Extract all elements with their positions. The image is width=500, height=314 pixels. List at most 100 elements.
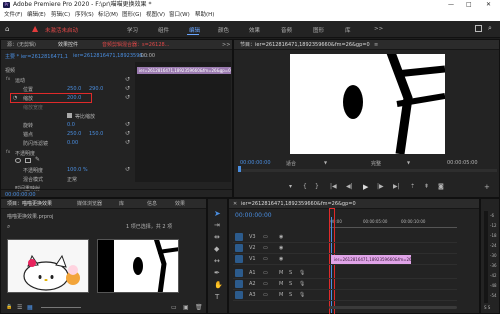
lift-icon[interactable]: ⇡ xyxy=(410,183,415,190)
meter-solo-buttons[interactable]: S S xyxy=(484,305,490,310)
keyframe-area[interactable] xyxy=(135,62,231,182)
eye-icon[interactable]: ◉ xyxy=(279,243,283,254)
tab-media-browser[interactable]: 媒体浏览器 xyxy=(77,199,102,209)
anchor-y-value[interactable]: 150.0 xyxy=(89,131,103,137)
tab-editing[interactable]: 编辑 xyxy=(189,26,200,34)
video-frame[interactable] xyxy=(290,54,445,154)
panel-menu-icon[interactable]: ≡ xyxy=(374,40,378,50)
position-y-value[interactable]: 290.0 xyxy=(89,86,103,92)
track-target-button[interactable] xyxy=(235,255,243,263)
tab-audio[interactable]: 音频 xyxy=(281,26,292,34)
menu-edit[interactable]: 编辑(E) xyxy=(27,10,46,21)
button-editor-icon[interactable]: + xyxy=(484,183,490,191)
menu-sequence[interactable]: 序列(S) xyxy=(75,10,94,21)
lock-icon[interactable]: ▭ xyxy=(263,290,268,301)
fit-dropdown[interactable]: 适合 xyxy=(286,160,296,167)
timeline-timecode[interactable]: 00:00:00:00 xyxy=(235,212,272,219)
home-icon[interactable]: ⌂ xyxy=(5,25,9,33)
solo-button[interactable]: S xyxy=(289,268,292,279)
program-tab[interactable]: 节目：ier=2612816471,1892359660&fm=26&gp=0 xyxy=(240,40,370,50)
track-target-button[interactable] xyxy=(235,269,243,277)
selection-tool-icon[interactable]: ➤ xyxy=(214,209,221,218)
voiceover-icon[interactable]: 🎙 xyxy=(299,279,305,290)
stopwatch-icon[interactable]: ◔ xyxy=(13,95,17,101)
uniform-scale-checkbox[interactable] xyxy=(67,113,72,118)
menu-file[interactable]: 文件(F) xyxy=(4,10,22,21)
icon-view-icon[interactable]: ▦ xyxy=(27,304,33,311)
go-to-out-icon[interactable]: ▶| xyxy=(393,183,400,190)
tab-effect-controls[interactable]: 效果控件 xyxy=(58,40,78,50)
track-target-button[interactable] xyxy=(235,233,243,241)
mute-button[interactable]: M xyxy=(279,268,283,279)
rotation-value[interactable]: 0.0 xyxy=(67,122,75,128)
tab-assembly[interactable]: 组件 xyxy=(158,26,169,34)
tab-info[interactable]: 信息 xyxy=(147,199,157,209)
quality-dropdown[interactable]: 完整 xyxy=(371,160,381,167)
blend-mode-select[interactable]: 正常 xyxy=(67,176,77,183)
sequence-tab[interactable]: ier=2612816471,1892359660&fm=26&gp=0 xyxy=(241,199,356,209)
opacity-value[interactable]: 100.0 % xyxy=(67,167,88,173)
close-icon[interactable]: ✕ xyxy=(233,199,237,209)
pen-tool-icon[interactable]: ✒ xyxy=(214,269,220,277)
reset-icon[interactable]: ↺ xyxy=(125,85,130,92)
export-frame-icon[interactable]: ◙ xyxy=(438,183,444,190)
video-clip[interactable]: ier=2612816471,1892359660&fm=26&gp=0 xyxy=(331,255,411,264)
add-marker-icon[interactable]: ▾ xyxy=(289,183,292,190)
eye-icon[interactable]: ◉ xyxy=(279,232,283,243)
menu-marker[interactable]: 标记(M) xyxy=(98,10,118,21)
track-select-tool-icon[interactable]: ⇥ xyxy=(214,221,220,229)
scale-value[interactable]: 200.0 xyxy=(67,95,81,101)
list-view-icon[interactable]: ☰ xyxy=(17,304,22,311)
go-to-in-icon[interactable]: |◀ xyxy=(330,183,337,190)
close-button[interactable]: ✕ xyxy=(486,0,491,10)
eye-icon[interactable]: ◉ xyxy=(279,254,283,265)
tab-graphics[interactable]: 图形 xyxy=(313,26,324,34)
maximize-button[interactable]: □ xyxy=(466,0,472,10)
lock-icon[interactable]: ▭ xyxy=(263,243,268,254)
tab-project[interactable]: 项目：喵喵更换效果 xyxy=(7,199,52,209)
zoom-slider[interactable] xyxy=(41,307,81,308)
panel-overflow[interactable]: >> xyxy=(222,40,230,50)
step-forward-icon[interactable]: |▶ xyxy=(377,183,384,190)
rect-mask-icon[interactable] xyxy=(25,158,31,163)
reset-icon[interactable]: ↺ xyxy=(125,166,130,173)
menu-clip[interactable]: 剪辑(C) xyxy=(51,10,70,21)
lock-icon[interactable]: ▭ xyxy=(263,232,268,243)
lock-icon[interactable]: 🔒 xyxy=(6,304,12,310)
search-icon[interactable]: ⌕ xyxy=(488,24,492,33)
lock-icon[interactable]: ▭ xyxy=(263,268,268,279)
razor-tool-icon[interactable]: ◆ xyxy=(214,245,219,253)
mute-button[interactable]: M xyxy=(279,290,283,301)
tab-color[interactable]: 颜色 xyxy=(218,26,229,34)
program-timecode[interactable]: 00:00:00:00 xyxy=(240,160,271,166)
tab-audio-mixer[interactable]: 音频剪辑混合器：s=26128... xyxy=(102,40,169,50)
timeline-scrollbar[interactable] xyxy=(329,306,457,309)
type-tool-icon[interactable]: T xyxy=(215,293,219,301)
menu-view[interactable]: 视图(V) xyxy=(146,10,165,21)
track-target-button[interactable] xyxy=(235,244,243,252)
extract-icon[interactable]: ⇞ xyxy=(424,183,429,190)
track-target-button[interactable] xyxy=(235,280,243,288)
tab-source[interactable]: 源：(无剪辑) xyxy=(7,40,36,50)
sequence-clip-label[interactable]: ier=2612816471,18923596... xyxy=(73,53,147,59)
reset-icon[interactable]: ↺ xyxy=(125,139,130,146)
tab-libraries[interactable]: 库 xyxy=(345,26,351,34)
track-target-button[interactable] xyxy=(235,291,243,299)
export-icon[interactable] xyxy=(475,25,482,32)
opacity-section-label[interactable]: 不透明度 xyxy=(15,150,35,157)
reset-icon[interactable]: ↺ xyxy=(125,76,130,83)
main-clip-label[interactable]: 主要 * ier=2612816471,1 xyxy=(5,53,68,60)
pen-mask-icon[interactable]: ✎ xyxy=(35,156,40,163)
anchor-x-value[interactable]: 250.0 xyxy=(67,131,81,137)
monitor-scrubber[interactable] xyxy=(238,169,497,172)
menu-help[interactable]: 帮助(H) xyxy=(195,10,214,21)
solo-button[interactable]: S xyxy=(289,290,292,301)
tab-learn[interactable]: 学习 xyxy=(127,26,138,34)
quality-dropdown-arrow-icon[interactable]: ▼ xyxy=(407,160,410,165)
tab-effects[interactable]: 效果 xyxy=(249,26,260,34)
tab-effects-panel[interactable]: 效果 xyxy=(175,199,185,209)
motion-label[interactable]: 运动 xyxy=(15,77,25,84)
minimize-button[interactable]: — xyxy=(448,0,454,10)
play-icon[interactable]: ▶ xyxy=(363,183,368,191)
antiflicker-value[interactable]: 0.00 xyxy=(67,140,78,146)
